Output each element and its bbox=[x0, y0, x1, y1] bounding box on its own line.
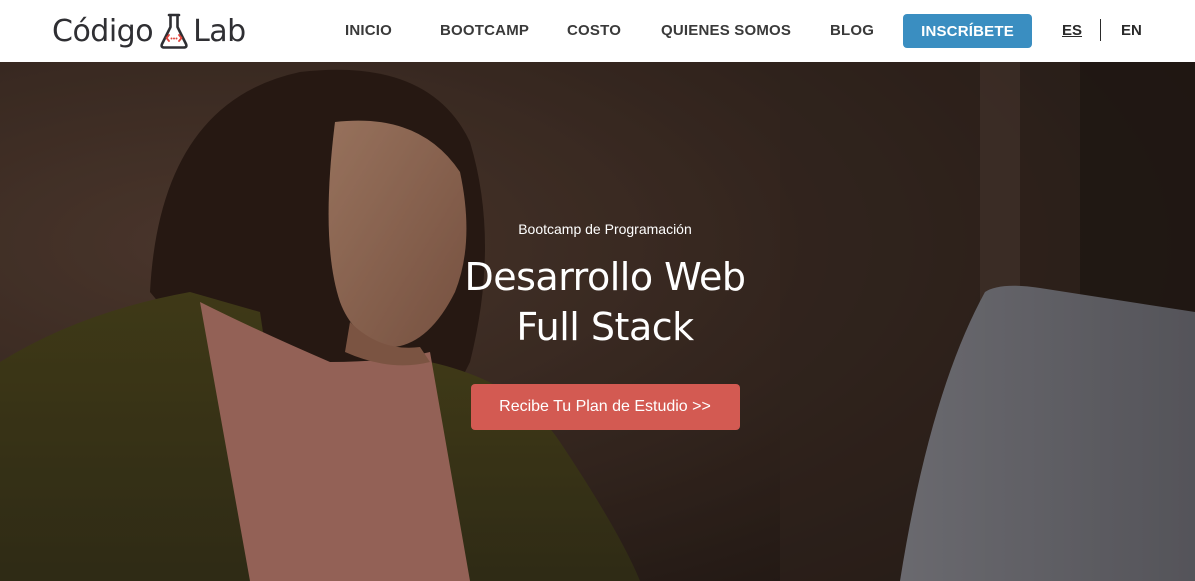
language-divider bbox=[1100, 19, 1101, 41]
hero-title-line2: Full Stack bbox=[516, 305, 694, 349]
nav-item-blog[interactable]: BLOG bbox=[830, 22, 874, 39]
language-en-link[interactable]: EN bbox=[1121, 22, 1142, 39]
hero-section: Bootcamp de Programación Desarrollo Web … bbox=[0, 62, 1195, 581]
hero-title: Desarrollo Web Full Stack bbox=[405, 252, 805, 352]
enroll-button[interactable]: INSCRÍBETE bbox=[903, 14, 1032, 48]
nav-item-quienes-somos[interactable]: QUIENES SOMOS bbox=[661, 22, 791, 39]
navbar: Código Lab INICIO BOOTCAMP COSTO QUIENES… bbox=[0, 0, 1195, 62]
hero-content: Bootcamp de Programación Desarrollo Web … bbox=[405, 220, 805, 430]
hero-title-line1: Desarrollo Web bbox=[464, 255, 746, 299]
hero-kicker: Bootcamp de Programación bbox=[518, 221, 692, 237]
nav-item-inicio[interactable]: INICIO bbox=[345, 22, 392, 39]
nav-item-bootcamp[interactable]: BOOTCAMP bbox=[440, 22, 529, 39]
study-plan-button[interactable]: Recibe Tu Plan de Estudio >> bbox=[470, 384, 740, 430]
nav-item-costo[interactable]: COSTO bbox=[567, 22, 621, 39]
language-es-link[interactable]: ES bbox=[1062, 22, 1082, 39]
